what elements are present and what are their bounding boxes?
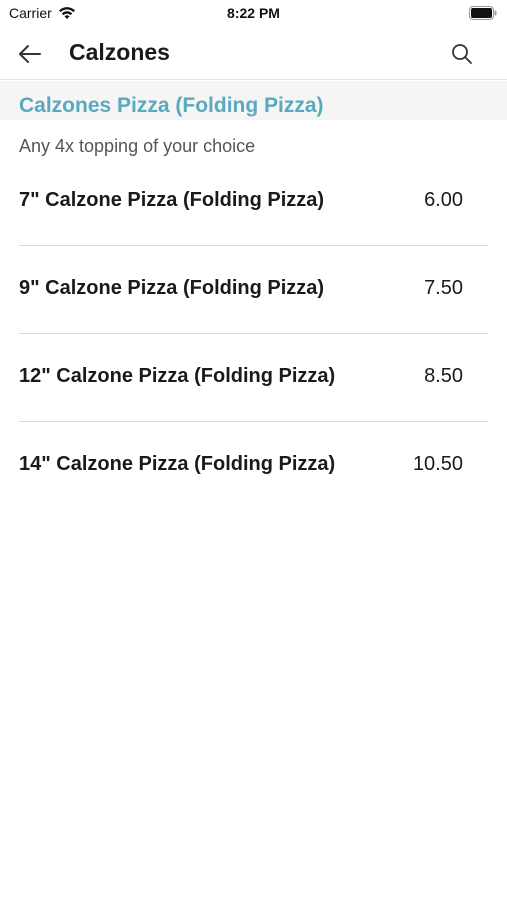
item-name: 7" Calzone Pizza (Folding Pizza)	[19, 189, 325, 211]
menu-item[interactable]: 9" Calzone Pizza (Folding Pizza) 7.50	[0, 246, 507, 334]
status-time: 8:22 PM	[227, 5, 280, 21]
battery-icon	[469, 6, 497, 20]
item-price: 8.50	[424, 365, 463, 387]
item-name: 12" Calzone Pizza (Folding Pizza)	[19, 365, 336, 387]
item-price: 10.50	[412, 453, 463, 475]
menu-item[interactable]: 14" Calzone Pizza (Folding Pizza) 10.50	[0, 422, 507, 510]
arrow-left-icon	[19, 45, 41, 63]
menu-list: 7" Calzone Pizza (Folding Pizza) 6.00 9"…	[0, 158, 507, 510]
status-bar: Carrier 8:22 PM	[0, 0, 507, 28]
menu-item[interactable]: 7" Calzone Pizza (Folding Pizza) 6.00	[0, 158, 507, 246]
item-price: 6.00	[424, 189, 463, 211]
item-name: 9" Calzone Pizza (Folding Pizza)	[19, 277, 325, 299]
back-button[interactable]	[14, 40, 46, 68]
section-title: Calzones Pizza (Folding Pizza)	[19, 94, 324, 117]
section-header: Calzones Pizza (Folding Pizza)	[0, 81, 507, 120]
search-button[interactable]	[447, 39, 477, 69]
page-title: Calzones	[69, 39, 170, 65]
section-description: Any 4x topping of your choice	[19, 136, 256, 156]
screen: Carrier 8:22 PM Calzones Calzones Pizza …	[0, 0, 507, 900]
search-icon	[452, 44, 472, 64]
item-price: 7.50	[424, 277, 463, 299]
menu-item[interactable]: 12" Calzone Pizza (Folding Pizza) 8.50	[0, 334, 507, 422]
nav-bar: Calzones	[0, 28, 507, 80]
item-name: 14" Calzone Pizza (Folding Pizza)	[19, 453, 336, 475]
